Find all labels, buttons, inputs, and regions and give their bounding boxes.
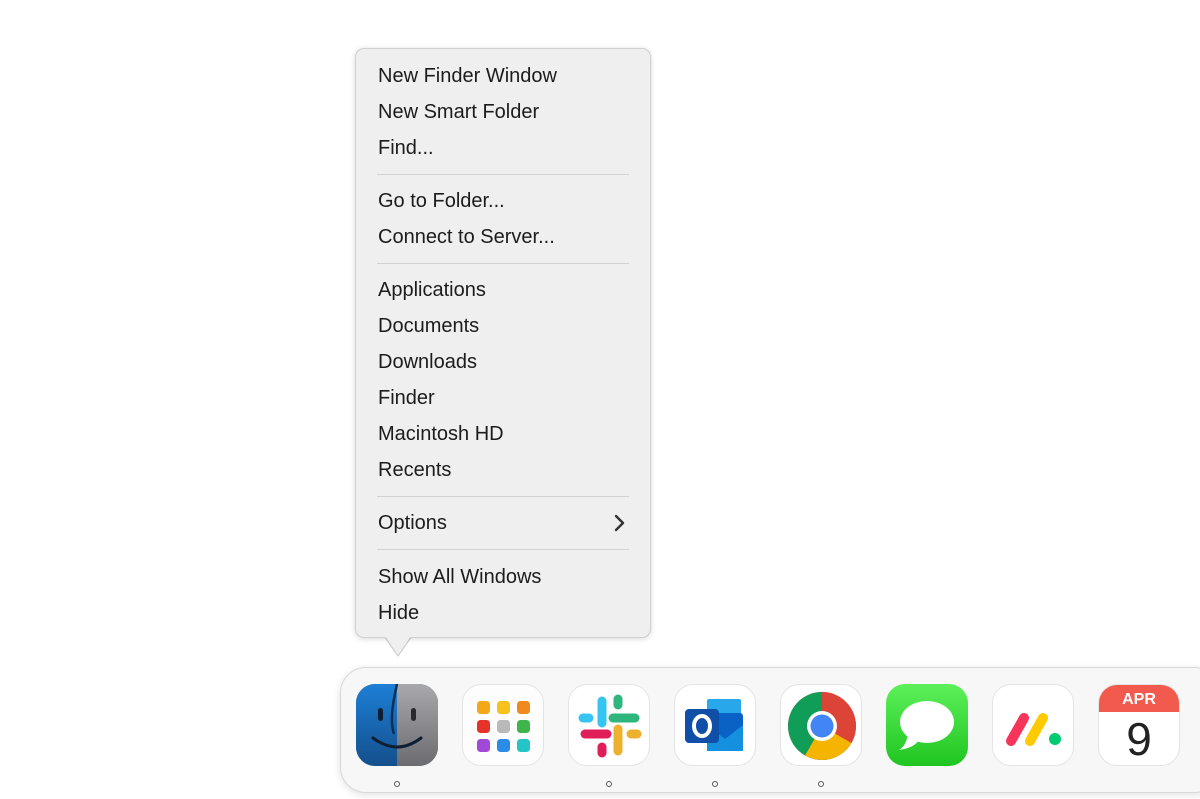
finder-icon[interactable] [356, 684, 438, 766]
menu-item-go-to-folder[interactable]: Go to Folder... [378, 184, 630, 218]
menu-item-options-label: Options [378, 512, 447, 534]
menu-item-new-finder-window[interactable]: New Finder Window [378, 59, 630, 93]
calendar-month: APR [1099, 685, 1179, 712]
chrome-icon[interactable] [780, 684, 862, 766]
menu-item-connect-to-server[interactable]: Connect to Server... [378, 220, 630, 254]
menu-item-options[interactable]: Options [378, 506, 630, 540]
launchpad-icon[interactable] [462, 684, 544, 766]
outlook-icon[interactable] [674, 684, 756, 766]
menu-separator [377, 496, 629, 497]
running-indicator [606, 781, 612, 787]
calendar-day: 9 [1126, 713, 1152, 765]
running-indicator [394, 781, 400, 787]
running-indicator [818, 781, 824, 787]
monday-icon[interactable] [992, 684, 1074, 766]
menu-item-macintosh-hd[interactable]: Macintosh HD [378, 417, 630, 451]
menu-item-applications[interactable]: Applications [378, 273, 630, 307]
menu-pointer [385, 636, 411, 655]
calendar-icon[interactable]: APR 9 [1098, 684, 1180, 766]
menu-separator [377, 263, 629, 264]
messages-icon[interactable] [886, 684, 968, 766]
chevron-right-icon [614, 514, 625, 532]
finder-dock-context-menu: New Finder Window New Smart Folder Find.… [355, 48, 651, 638]
menu-item-documents[interactable]: Documents [378, 309, 630, 343]
menu-separator [377, 174, 629, 175]
menu-item-show-all-windows[interactable]: Show All Windows [378, 560, 630, 594]
menu-item-new-smart-folder[interactable]: New Smart Folder [378, 95, 630, 129]
menu-item-finder[interactable]: Finder [378, 381, 630, 415]
menu-item-find[interactable]: Find... [378, 131, 630, 165]
slack-icon[interactable] [568, 684, 650, 766]
running-indicator [712, 781, 718, 787]
menu-item-hide[interactable]: Hide [378, 596, 630, 630]
menu-separator [377, 549, 629, 550]
menu-item-downloads[interactable]: Downloads [378, 345, 630, 379]
menu-item-recents[interactable]: Recents [378, 453, 630, 487]
